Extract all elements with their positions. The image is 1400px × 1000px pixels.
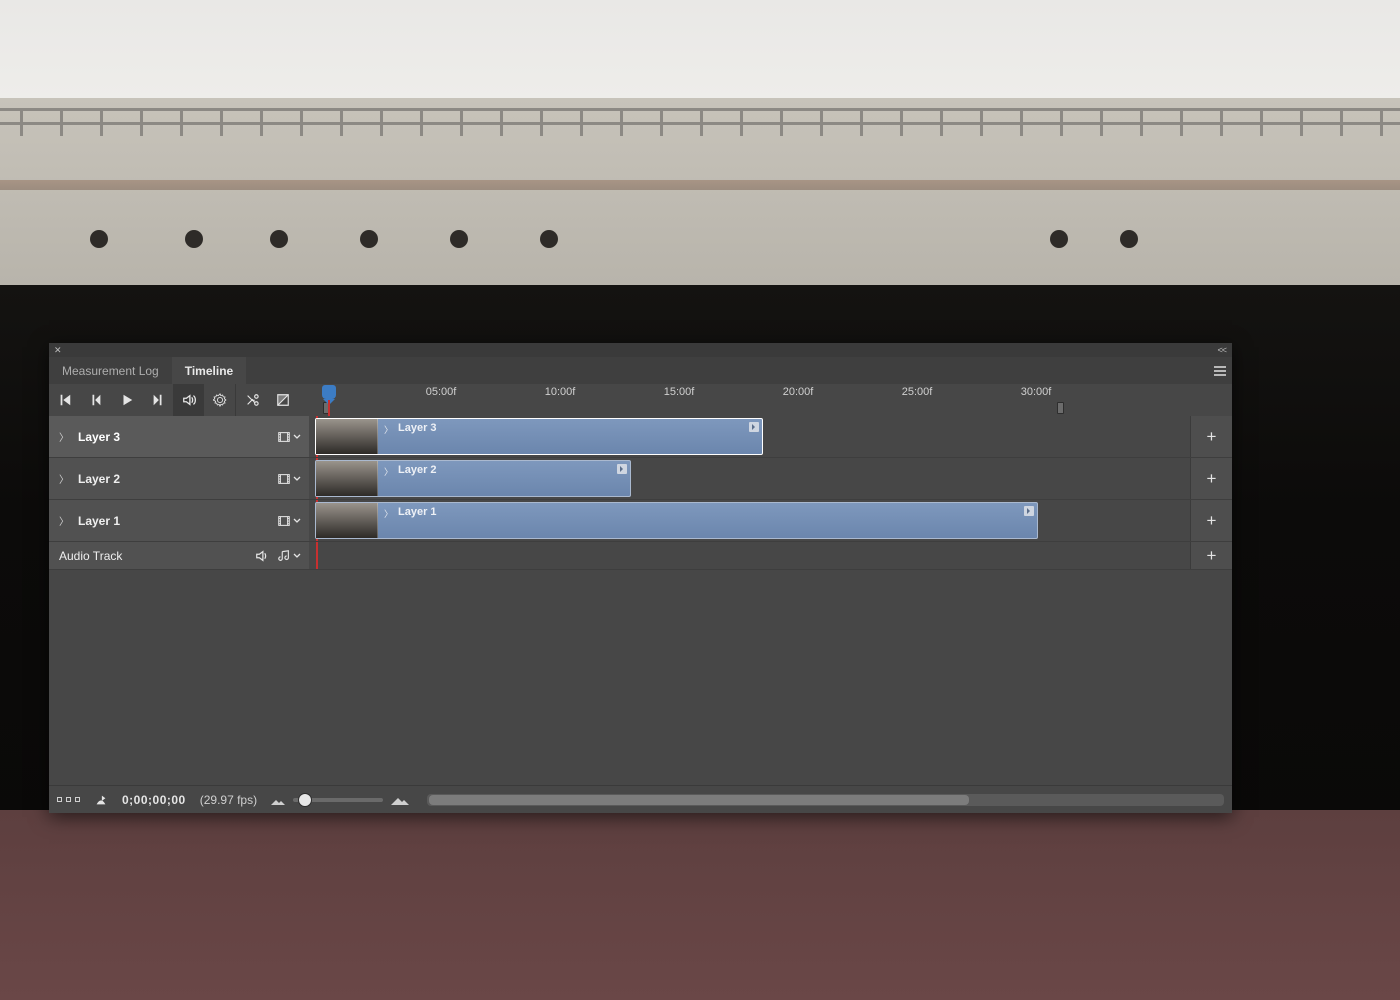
transitions-button[interactable]: [267, 384, 298, 416]
clip-thumbnail: [316, 461, 378, 496]
layer-header[interactable]: 〉 Layer 2: [49, 458, 309, 499]
layer-lane[interactable]: 〉 Layer 3: [309, 416, 1190, 457]
audio-header[interactable]: Audio Track: [49, 542, 309, 569]
close-panel-button[interactable]: ✕: [49, 345, 67, 356]
zoom-out-button[interactable]: [271, 795, 285, 805]
split-at-playhead-button[interactable]: [236, 384, 267, 416]
timeline-footer: 0;00;00;00 (29.97 fps): [49, 785, 1232, 813]
layer-options-button[interactable]: [277, 430, 301, 444]
time-ruler[interactable]: 05:00f 10:00f 15:00f 20:00f 25:00f 30:00f: [322, 384, 1232, 416]
add-clip-button[interactable]: +: [1207, 469, 1217, 489]
layer-lane[interactable]: 〉 Layer 1: [309, 500, 1190, 541]
audio-options-button[interactable]: [277, 549, 301, 563]
mute-toggle-button[interactable]: [173, 384, 204, 416]
panel-titlebar: ✕ <<: [49, 343, 1232, 357]
video-clip[interactable]: 〉 Layer 1: [315, 502, 1038, 539]
current-time-display[interactable]: 0;00;00;00: [122, 793, 186, 807]
audio-track-label: Audio Track: [59, 549, 255, 563]
layer-header[interactable]: 〉 Layer 3: [49, 416, 309, 457]
layer-header[interactable]: 〉 Layer 1: [49, 500, 309, 541]
layer-options-button[interactable]: [277, 514, 301, 528]
go-to-start-button[interactable]: [49, 384, 80, 416]
panel-tabbar: Measurement Log Timeline: [49, 357, 1232, 384]
clip-label: Layer 2: [398, 464, 437, 476]
tracks-area: 〉 Layer 3 〉 Layer 3 + 〉 Layer 2 〉 Layer 2 + 〉 Layer…: [49, 416, 1232, 785]
clip-label: Layer 1: [398, 506, 437, 518]
layer-name-label: Layer 1: [78, 514, 277, 528]
ruler-tick: 15:00f: [664, 386, 695, 398]
timeline-panel: ✕ << Measurement Log Timeline: [49, 343, 1232, 813]
ruler-tick: 25:00f: [902, 386, 933, 398]
disclosure-icon[interactable]: 〉: [384, 423, 393, 436]
ruler-tick: 30:00f: [1021, 386, 1052, 398]
audio-row: Audio Track +: [49, 542, 1232, 570]
add-clip-button[interactable]: +: [1207, 427, 1217, 447]
work-area-end-handle[interactable]: [1057, 402, 1064, 414]
zoom-control: [271, 795, 405, 805]
disclosure-icon[interactable]: 〉: [59, 471, 69, 486]
ruler-tick: 05:00f: [426, 386, 457, 398]
scrollbar-thumb[interactable]: [429, 795, 969, 805]
step-back-button[interactable]: [80, 384, 111, 416]
step-forward-button[interactable]: [142, 384, 173, 416]
ruler-tick: 10:00f: [545, 386, 576, 398]
export-button[interactable]: [94, 793, 108, 807]
render-options-button[interactable]: [57, 797, 80, 802]
clip-menu-handle[interactable]: [617, 464, 627, 474]
add-audio-button[interactable]: +: [1207, 546, 1217, 566]
disclosure-icon[interactable]: 〉: [384, 465, 393, 478]
clip-thumbnail: [316, 419, 378, 454]
ruler-tick: 20:00f: [783, 386, 814, 398]
layer-row: 〉 Layer 1 〉 Layer 1 +: [49, 500, 1232, 542]
video-clip[interactable]: 〉 Layer 3: [315, 418, 763, 455]
play-button[interactable]: [111, 384, 142, 416]
timeline-toolbar: 05:00f 10:00f 15:00f 20:00f 25:00f 30:00f: [49, 384, 1232, 416]
add-clip-button[interactable]: +: [1207, 511, 1217, 531]
layer-name-label: Layer 2: [78, 472, 277, 486]
panel-menu-button[interactable]: [1208, 357, 1232, 384]
layer-row: 〉 Layer 2 〉 Layer 2 +: [49, 458, 1232, 500]
disclosure-icon[interactable]: 〉: [384, 507, 393, 520]
layer-name-label: Layer 3: [78, 430, 277, 444]
audio-mute-button[interactable]: [255, 549, 269, 563]
clip-menu-handle[interactable]: [749, 422, 759, 432]
layer-lane[interactable]: 〉 Layer 2: [309, 458, 1190, 499]
layer-row: 〉 Layer 3 〉 Layer 3 +: [49, 416, 1232, 458]
collapse-panel-button[interactable]: <<: [1211, 345, 1232, 355]
clip-label: Layer 3: [398, 422, 437, 434]
tab-timeline[interactable]: Timeline: [172, 357, 246, 384]
zoom-in-button[interactable]: [391, 795, 405, 805]
audio-lane[interactable]: [309, 542, 1190, 569]
horizontal-scrollbar[interactable]: [427, 794, 1224, 806]
disclosure-icon[interactable]: 〉: [59, 513, 69, 528]
clip-menu-handle[interactable]: [1024, 506, 1034, 516]
playhead[interactable]: [322, 385, 336, 399]
layer-options-button[interactable]: [277, 472, 301, 486]
frame-rate-display: (29.97 fps): [200, 793, 257, 807]
zoom-slider[interactable]: [293, 798, 383, 802]
disclosure-icon[interactable]: 〉: [59, 429, 69, 444]
playback-options-button[interactable]: [204, 384, 235, 416]
playhead-line: [316, 542, 318, 569]
video-clip[interactable]: 〉 Layer 2: [315, 460, 631, 497]
tab-measurement-log[interactable]: Measurement Log: [49, 357, 172, 384]
clip-thumbnail: [316, 503, 378, 538]
